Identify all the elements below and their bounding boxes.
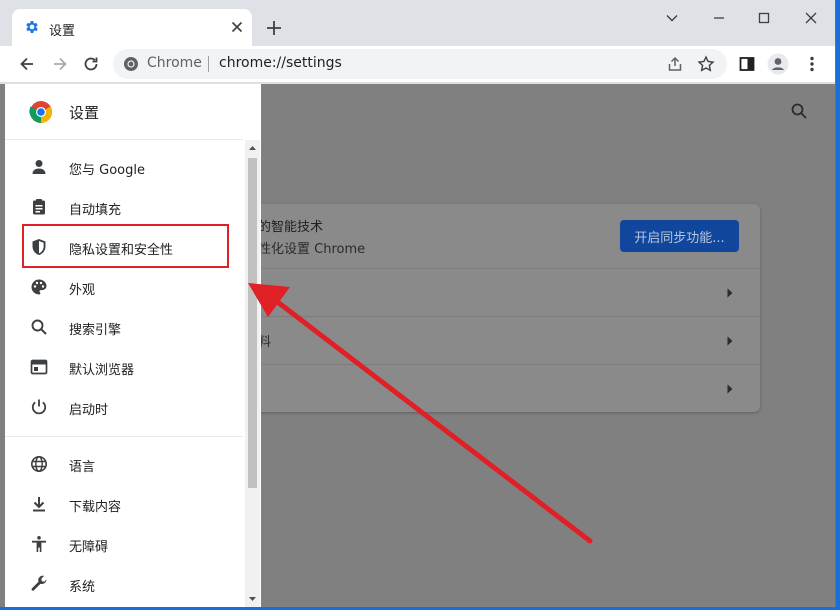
settings-sidebar: 设置 您与 Google 自动填充 隐私设置和安全性 外观 搜索引擎 默认浏览器 (5, 84, 261, 607)
sync-title: 的智能技术 (258, 220, 324, 235)
sidebar-item-languages[interactable]: 语言 (5, 444, 243, 484)
wrench-icon (31, 575, 47, 591)
sidebar-item-label: 搜索引擎 (69, 323, 122, 338)
card-row[interactable]: 料 (250, 316, 760, 364)
sidebar-item-you-and-google[interactable]: 您与 Google (5, 147, 243, 187)
address-bar[interactable]: Chrome chrome://settings (113, 49, 727, 79)
clipboard-icon (33, 199, 45, 215)
sidebar-item-appearance[interactable]: 外观 (5, 267, 243, 307)
close-icon[interactable] (228, 18, 246, 36)
chevron-right-icon (727, 336, 733, 346)
sidebar-item-accessibility[interactable]: 无障碍 (5, 524, 243, 564)
back-arrow-icon[interactable] (17, 54, 37, 74)
side-panel-icon[interactable] (737, 54, 757, 74)
divider (5, 436, 243, 437)
profile-avatar-icon[interactable] (767, 53, 789, 75)
palette-icon (31, 279, 47, 295)
forward-arrow-icon[interactable] (50, 54, 70, 74)
download-icon (33, 497, 45, 512)
sidebar-item-default-browser[interactable]: 默认浏览器 (5, 347, 243, 387)
site-label: Chrome (147, 55, 202, 71)
sidebar-item-label: 下载内容 (69, 500, 122, 515)
sidebar-scrollbar[interactable] (245, 140, 260, 607)
tab-settings[interactable]: 设置 (12, 9, 252, 46)
sidebar-item-label: 系统 (69, 580, 96, 595)
you-and-google-card: 的智能技术 性化设置 Chrome 开启同步功能... 料 (250, 204, 760, 412)
chevron-down-icon[interactable] (663, 9, 681, 27)
new-tab-icon[interactable] (264, 18, 284, 38)
scroll-thumb[interactable] (248, 158, 257, 488)
gear-icon (26, 21, 38, 33)
turn-on-sync-button[interactable]: 开启同步功能... (620, 220, 739, 252)
tab-title: 设置 (49, 24, 76, 39)
window-close-icon[interactable] (802, 9, 820, 27)
settings-search-icon[interactable] (790, 102, 808, 120)
browser-window: 设置 Chrome chrome://settings 的智能技术 性化设置 C… (0, 0, 836, 607)
sidebar-item-label: 外观 (69, 283, 96, 298)
chevron-right-icon (727, 288, 733, 298)
sidebar-item-label: 无障碍 (69, 540, 109, 555)
share-icon[interactable] (666, 55, 684, 73)
omnibox-separator (208, 56, 209, 72)
chrome-logo-icon (124, 57, 138, 71)
power-icon (31, 399, 47, 415)
sidebar-item-autofill[interactable]: 自动填充 (5, 187, 243, 227)
sidebar-title: 设置 (69, 104, 100, 122)
sidebar-item-label: 自动填充 (69, 203, 122, 218)
highlight-box (22, 224, 229, 268)
reload-icon[interactable] (81, 54, 101, 74)
sidebar-item-search-engine[interactable]: 搜索引擎 (5, 307, 243, 347)
sidebar-item-label: 默认浏览器 (69, 363, 135, 378)
globe-icon (31, 456, 47, 472)
person-icon (32, 160, 46, 174)
divider (5, 139, 243, 140)
search-icon (31, 319, 47, 335)
toolbar: Chrome chrome://settings (0, 46, 835, 83)
card-row[interactable] (250, 268, 760, 316)
sidebar-item-system[interactable]: 系统 (5, 564, 243, 604)
tab-strip: 设置 (0, 0, 835, 46)
accessibility-icon (32, 536, 46, 552)
sidebar-item-label: 您与 Google (69, 163, 145, 178)
sidebar-item-on-startup[interactable]: 启动时 (5, 387, 243, 427)
url-text[interactable]: chrome://settings (219, 55, 342, 71)
sidebar-item-downloads[interactable]: 下载内容 (5, 484, 243, 524)
chrome-logo-icon (29, 101, 52, 123)
minimize-icon[interactable] (710, 9, 728, 27)
sidebar-item-label: 启动时 (69, 403, 109, 418)
browser-window-icon (30, 359, 48, 375)
sidebar-item-label: 语言 (69, 460, 96, 475)
star-icon[interactable] (697, 55, 715, 73)
scroll-down-icon[interactable] (248, 595, 257, 603)
maximize-icon[interactable] (755, 9, 773, 27)
chevron-right-icon (727, 384, 733, 394)
card-row[interactable] (250, 364, 760, 412)
more-menu-icon[interactable] (802, 54, 822, 74)
sync-subtitle: 性化设置 Chrome (258, 242, 366, 257)
scroll-up-icon[interactable] (248, 144, 257, 152)
